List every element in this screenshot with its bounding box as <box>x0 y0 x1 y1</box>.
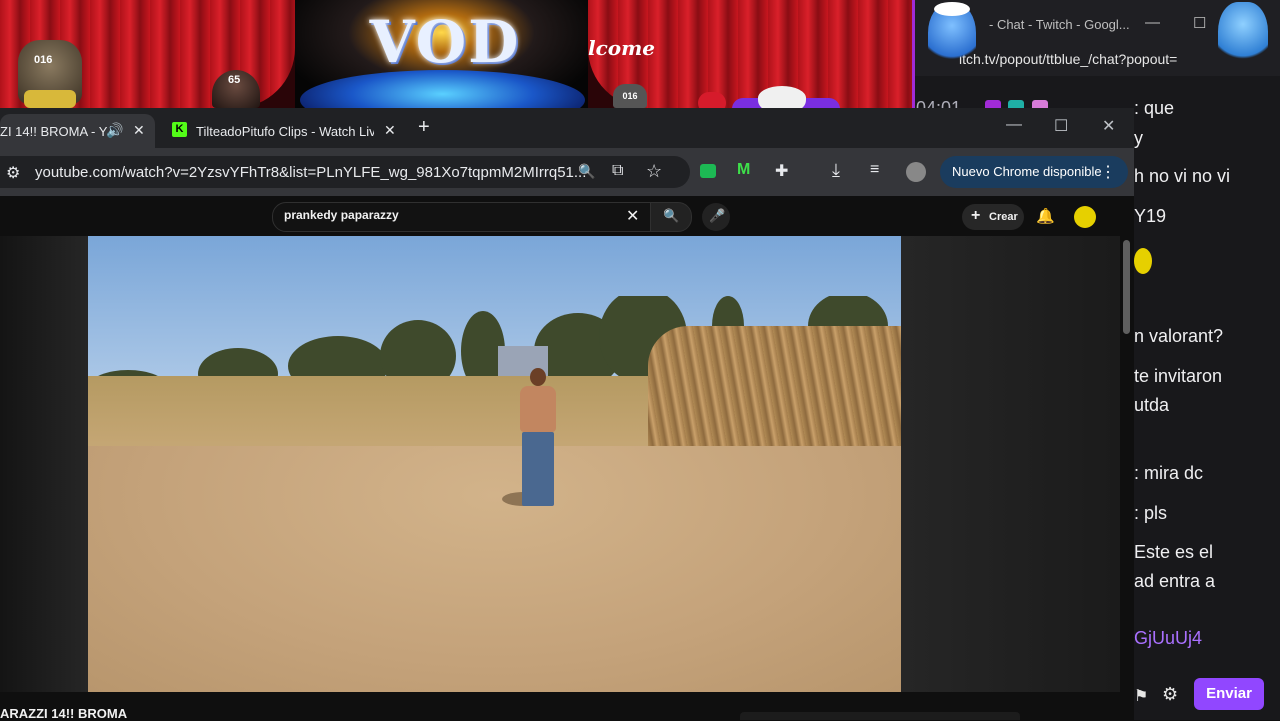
chrome-menu-icon[interactable]: ⋮ <box>1100 162 1116 182</box>
speaker-icon[interactable]: 🔊 <box>106 122 123 139</box>
download-icon[interactable]: ⤓ <box>832 160 840 181</box>
media-control-icon[interactable]: ≡ <box>870 161 879 179</box>
install-app-icon[interactable]: ⧉ <box>612 162 623 180</box>
search-clear-icon[interactable]: ✕ <box>626 206 639 226</box>
ambient-glow-left <box>0 236 88 692</box>
tab-title: TilteadoPitufo Clips - Watch Liv <box>196 124 374 139</box>
extension-green-icon[interactable] <box>700 164 716 178</box>
video-corn-stalks <box>648 326 901 446</box>
new-tab-button[interactable]: + <box>418 116 430 139</box>
person-jeans <box>522 432 554 506</box>
voice-search-button[interactable]: 🎤 <box>702 203 730 231</box>
chrome-minimize-button[interactable]: — <box>1006 116 1022 134</box>
profile-avatar-icon[interactable] <box>906 162 926 182</box>
chrome-close-button[interactable]: ✕ <box>1102 116 1115 136</box>
welcome-text: lcome <box>588 36 656 60</box>
notifications-bell-icon[interactable]: 🔔 <box>1036 207 1055 225</box>
tab-strip: ZI 14!! BROMA - Y 🔊 ✕ K TilteadoPitufo C… <box>0 108 1134 148</box>
chat-line: : que <box>1134 98 1175 118</box>
youtube-account-avatar[interactable] <box>1074 206 1096 228</box>
tab-close-icon[interactable]: ✕ <box>384 122 396 139</box>
extension-m-icon[interactable]: M <box>737 161 750 179</box>
chrome-update-label: Nuevo Chrome disponible <box>952 164 1102 179</box>
small-avatar: 016 <box>613 84 647 108</box>
chat-window-title: - Chat - Twitch - Googl... <box>989 17 1130 32</box>
search-icon: 🔍 <box>663 208 680 223</box>
zoom-icon[interactable]: 🔍 <box>578 163 595 180</box>
youtube-search-button[interactable]: 🔍 <box>650 202 692 232</box>
youtube-search-query: prankedy paparazzy <box>284 208 399 222</box>
chat-line: : pls <box>1134 503 1168 523</box>
kick-logo-icon: K <box>172 122 187 137</box>
chat-line: Y19 <box>1134 206 1167 226</box>
smurf-character-sticker <box>1218 2 1268 76</box>
tab-youtube-video[interactable]: ZI 14!! BROMA - Y 🔊 ✕ <box>0 114 155 148</box>
extensions-puzzle-icon[interactable]: ✚ <box>775 161 788 181</box>
white-overlay-shape <box>758 86 806 110</box>
plus-icon: + <box>971 207 981 224</box>
bookmark-star-icon[interactable]: ☆ <box>646 161 662 182</box>
person-head <box>530 368 546 386</box>
chat-line: h no vi no vi <box>1134 166 1231 186</box>
chat-line-link[interactable]: GjUuUj4 <box>1134 628 1202 649</box>
chat-url-text: itch.tv/popout/ttblue_/chat?popout= <box>959 51 1178 67</box>
chat-line: n valorant? <box>1134 326 1224 346</box>
tab-kick-clips[interactable]: K TilteadoPitufo Clips - Watch Liv ✕ <box>160 114 410 148</box>
address-bar-url: youtube.com/watch?v=2YzsvYFhTr8&list=PLn… <box>35 164 587 181</box>
chrome-update-button[interactable]: Nuevo Chrome disponible ⋮ <box>940 156 1128 188</box>
chat-minimize-button[interactable]: — <box>1145 14 1160 31</box>
youtube-create-button[interactable]: + Crear <box>962 204 1024 230</box>
chat-emote-icon <box>1134 248 1152 274</box>
person-torso <box>520 386 556 432</box>
small-avatar-badge: 016 <box>622 91 638 101</box>
vod-banner-title: VOD <box>369 8 521 76</box>
ambient-glow-right <box>901 236 1134 692</box>
chat-line: y <box>1134 128 1143 148</box>
chat-line: te invitaron <box>1134 366 1223 386</box>
tab-title: ZI 14!! BROMA - Y <box>0 124 108 139</box>
page-scrollbar-thumb[interactable] <box>1123 240 1130 334</box>
chat-line: : mira dc <box>1134 463 1204 483</box>
site-info-icon[interactable]: ⚙ <box>6 163 20 183</box>
chat-send-button[interactable]: Enviar <box>1194 678 1264 710</box>
chat-settings-gear-icon[interactable]: ⚙ <box>1162 684 1178 705</box>
create-label: Crear <box>989 211 1018 223</box>
cat-avatar: 016 <box>18 40 82 108</box>
microphone-icon: 🎤 <box>709 208 726 223</box>
video-title: ARAZZI 14!! BROMA <box>0 706 128 721</box>
bits-icon[interactable]: ⚑ <box>1134 686 1148 706</box>
chat-line: Este es el <box>1134 542 1214 562</box>
chat-line: ad entra a <box>1134 571 1216 591</box>
tab-close-icon[interactable]: ✕ <box>133 122 145 139</box>
cat-avatar-badge: 016 <box>34 54 53 66</box>
man-avatar-badge: 65 <box>228 74 241 86</box>
smurfette-sticker <box>928 2 976 76</box>
video-dirt-field <box>88 446 901 692</box>
chat-line: utda <box>1134 395 1170 415</box>
chrome-maximize-button[interactable]: ☐ <box>1054 116 1068 136</box>
chat-maximize-button[interactable]: ☐ <box>1193 14 1206 32</box>
video-player[interactable] <box>88 236 901 692</box>
comment-box-edge <box>740 712 1020 720</box>
